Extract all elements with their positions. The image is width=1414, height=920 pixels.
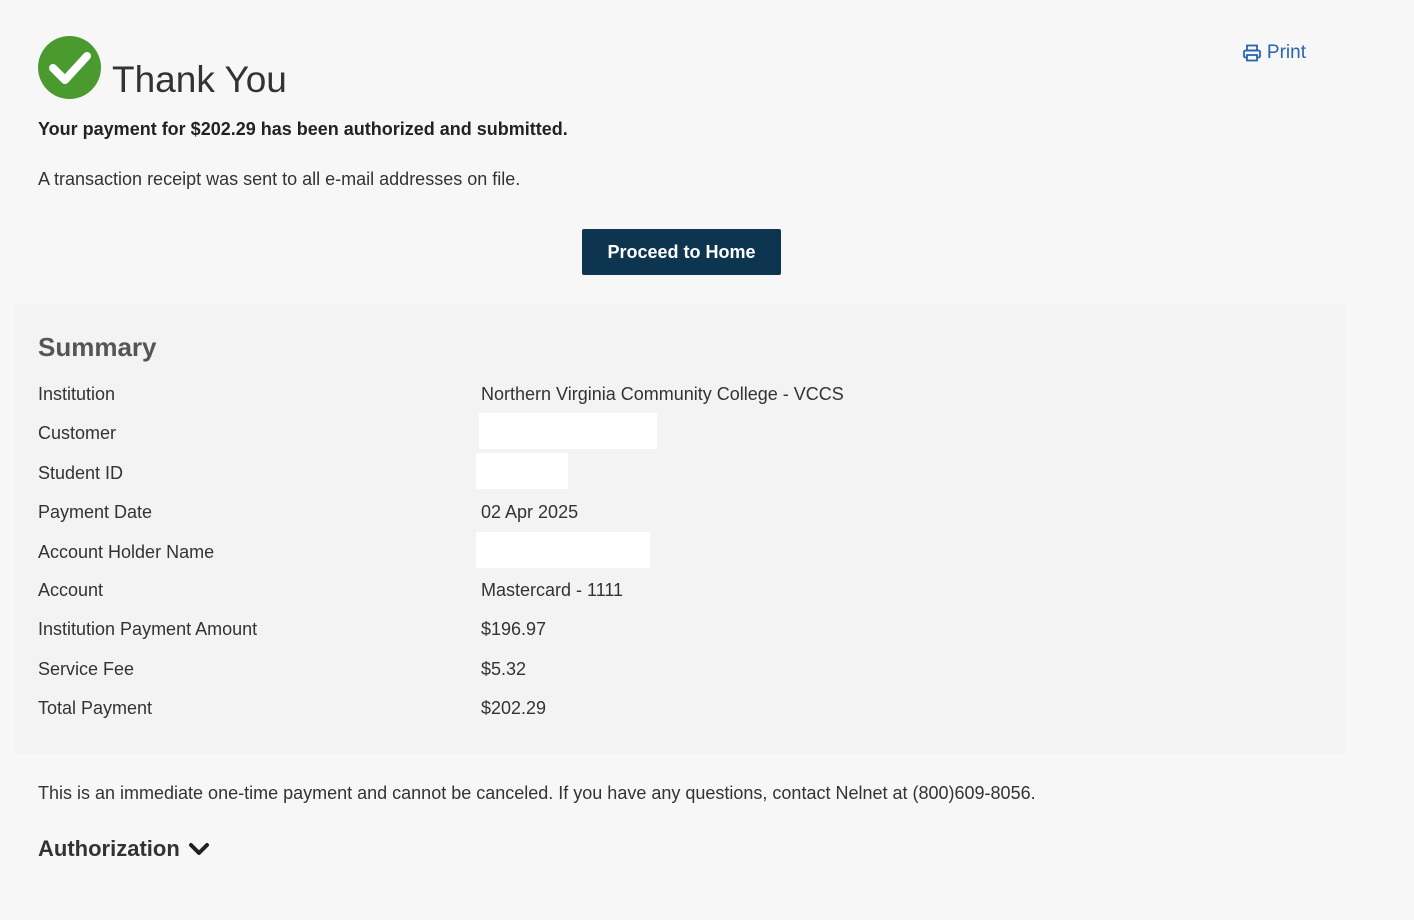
- page-title: Thank You: [112, 59, 287, 100]
- summary-row-service-fee: Service Fee $5.32: [38, 659, 1338, 689]
- payment-confirmation-page: Thank You Print Your payment for $202.29…: [0, 0, 1414, 920]
- summary-label: Institution: [38, 384, 116, 404]
- proceed-to-home-button[interactable]: Proceed to Home: [582, 229, 781, 275]
- cancellation-disclaimer: This is an immediate one-time payment an…: [38, 783, 1036, 803]
- summary-label: Account: [38, 580, 104, 600]
- summary-label: Student ID: [38, 463, 124, 483]
- summary-row-customer: Customer: [38, 413, 1338, 453]
- summary-label: Service Fee: [38, 659, 135, 679]
- summary-label: Institution Payment Amount: [38, 619, 258, 639]
- authorization-toggle[interactable]: Authorization: [38, 836, 210, 862]
- summary-row-payment-date: Payment Date 02 Apr 2025: [38, 502, 1338, 532]
- redacted-value: [476, 453, 568, 489]
- summary-value: Mastercard - 1111: [481, 580, 624, 600]
- receipt-message: A transaction receipt was sent to all e-…: [38, 169, 521, 189]
- summary-row-total-payment: Total Payment $202.29: [38, 698, 1338, 728]
- confirmation-message: Your payment for $202.29 has been author…: [38, 119, 568, 139]
- summary-title: Summary: [38, 332, 157, 362]
- summary-label: Payment Date: [38, 502, 153, 522]
- redacted-value: [479, 413, 657, 449]
- check-circle-icon: [38, 36, 101, 99]
- authorization-label: Authorization: [38, 836, 180, 861]
- summary-row-student-id: Student ID: [38, 453, 1338, 493]
- print-label: Print: [1266, 42, 1306, 63]
- printer-icon: [1243, 44, 1261, 62]
- summary-row-institution: Institution Northern Virginia Community …: [38, 384, 1338, 414]
- print-link[interactable]: Print: [1243, 42, 1306, 64]
- summary-row-institution-payment-amount: Institution Payment Amount $196.97: [38, 619, 1338, 649]
- chevron-down-icon: [188, 843, 209, 855]
- summary-value: 02 Apr 2025: [481, 502, 579, 522]
- summary-value: $202.29: [481, 698, 547, 718]
- summary-value: $5.32: [481, 659, 527, 679]
- summary-panel: Summary Institution Northern Virginia Co…: [14, 304, 1346, 754]
- summary-value: Northern Virginia Community College - VC…: [481, 384, 844, 404]
- summary-label: Account Holder Name: [38, 542, 215, 562]
- summary-value: $196.97: [481, 619, 547, 639]
- summary-label: Customer: [38, 423, 117, 443]
- summary-row-account: Account Mastercard - 1111: [38, 580, 1338, 610]
- redacted-value: [476, 532, 650, 568]
- summary-label: Total Payment: [38, 698, 153, 718]
- summary-row-account-holder: Account Holder Name: [38, 532, 1338, 572]
- confirmation-header: Thank You Print: [38, 36, 1368, 100]
